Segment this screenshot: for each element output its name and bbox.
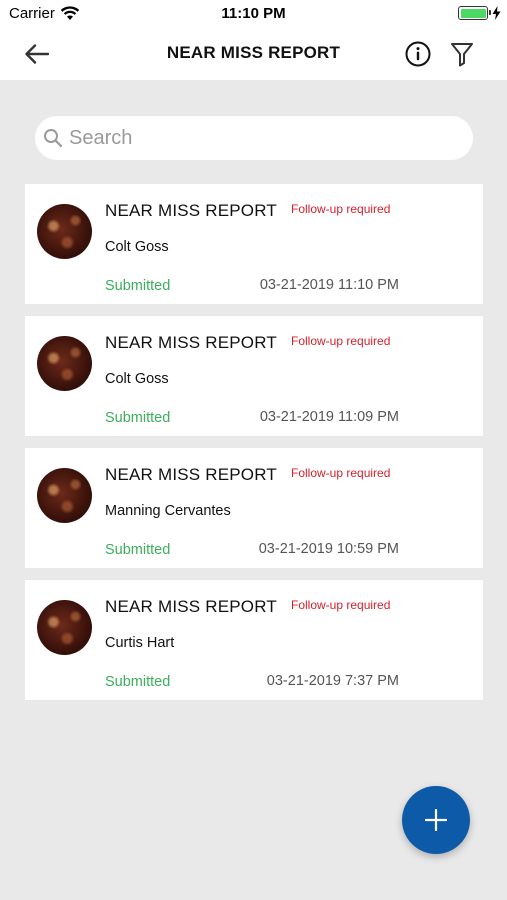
follow-up-badge: Follow-up required [291, 598, 391, 612]
battery-icon [458, 6, 491, 20]
report-title: NEAR MISS REPORT [105, 201, 277, 220]
status-label: Submitted [105, 542, 171, 558]
status-label: Submitted [105, 278, 171, 294]
plus-icon [425, 809, 447, 831]
filter-button[interactable] [448, 40, 475, 67]
nav-bar: NEAR MISS REPORT [0, 28, 507, 80]
report-card[interactable]: NEAR MISS REPORT Follow-up required Mann… [25, 448, 483, 568]
search-icon [44, 129, 63, 148]
info-button[interactable] [404, 40, 431, 67]
reporter-name: Colt Goss [105, 371, 169, 387]
reporter-name: Curtis Hart [105, 635, 175, 651]
info-icon [405, 41, 430, 66]
filter-icon [450, 42, 473, 66]
follow-up-badge: Follow-up required [291, 466, 391, 480]
search-box[interactable] [35, 116, 473, 160]
add-report-button[interactable] [402, 786, 470, 854]
report-card[interactable]: NEAR MISS REPORT Follow-up required Curt… [25, 580, 483, 700]
status-time: 11:10 PM [221, 5, 286, 22]
report-title: NEAR MISS REPORT [105, 333, 277, 352]
report-list: NEAR MISS REPORT Follow-up required Colt… [25, 184, 483, 712]
search-input[interactable] [69, 122, 459, 154]
report-datetime: 03-21-2019 10:59 PM [258, 541, 399, 557]
app-screen: Carrier 11:10 PM NEAR MISS REPORT Search… [0, 0, 507, 900]
report-card[interactable]: NEAR MISS REPORT Follow-up required Colt… [25, 316, 483, 436]
report-datetime: 03-21-2019 11:09 PM [259, 409, 399, 425]
status-label: Submitted [105, 410, 171, 426]
follow-up-badge: Follow-up required [291, 334, 391, 348]
avatar [37, 468, 92, 523]
charging-bolt-icon [492, 6, 501, 20]
report-card[interactable]: NEAR MISS REPORT Follow-up required Colt… [25, 184, 483, 304]
avatar [37, 204, 92, 259]
report-datetime: 03-21-2019 7:37 PM [266, 673, 399, 689]
status-label: Submitted [105, 674, 171, 690]
follow-up-badge: Follow-up required [291, 202, 391, 216]
avatar [37, 600, 92, 655]
status-bar: Carrier 11:10 PM [0, 0, 507, 28]
reporter-name: Colt Goss [105, 239, 169, 255]
report-title: NEAR MISS REPORT [105, 597, 277, 616]
reporter-name: Manning Cervantes [105, 503, 231, 519]
report-datetime: 03-21-2019 11:10 PM [259, 277, 399, 293]
avatar [37, 336, 92, 391]
report-title: NEAR MISS REPORT [105, 465, 277, 484]
